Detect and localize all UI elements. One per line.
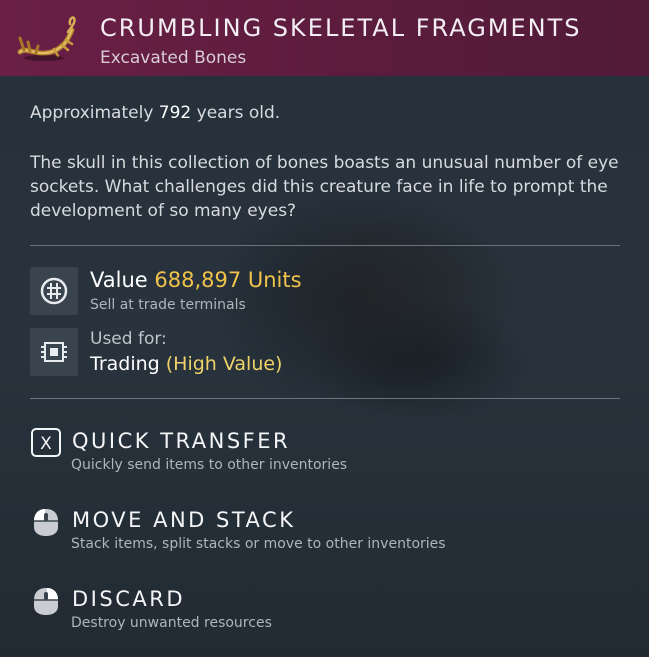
x-key-icon: X — [30, 428, 62, 458]
discard-action[interactable]: DISCARD Destroy unwanted resources — [30, 586, 590, 636]
age-prefix: Approximately — [30, 103, 154, 123]
mouse-left-click-icon — [30, 507, 62, 537]
move-and-stack-subtitle: Stack items, split stacks or move to oth… — [71, 536, 446, 552]
value-amount: 688,897 Units — [154, 268, 302, 292]
item-description: The skull in this collection of bones bo… — [30, 153, 619, 221]
mouse-right-click-icon — [30, 586, 62, 616]
used-for-category: Trading — [90, 353, 160, 375]
trade-chip-icon — [30, 328, 78, 376]
item-age: Approximately 792 years old. — [30, 103, 280, 123]
quick-transfer-action[interactable]: X QUICK TRANSFER Quickly send items to o… — [30, 428, 590, 478]
item-title: CRUMBLING SKELETAL FRAGMENTS — [100, 14, 582, 42]
divider-top — [30, 245, 620, 246]
used-for-label: Used for: — [90, 329, 167, 349]
age-suffix: years old. — [196, 103, 281, 123]
discard-title: DISCARD — [72, 587, 185, 611]
move-and-stack-title: MOVE AND STACK — [72, 508, 296, 532]
units-currency-icon — [30, 267, 78, 315]
value-word: Value — [90, 268, 148, 292]
used-for-value: Trading (High Value) — [90, 353, 282, 375]
bone-fragments-icon — [14, 8, 80, 68]
used-for-qualifier: (High Value) — [165, 353, 283, 375]
move-and-stack-action[interactable]: MOVE AND STACK Stack items, split stacks… — [30, 507, 590, 557]
divider-bottom — [30, 398, 620, 399]
quick-transfer-title: QUICK TRANSFER — [72, 429, 291, 453]
quick-transfer-subtitle: Quickly send items to other inventories — [71, 457, 348, 473]
age-years: 792 — [158, 103, 192, 123]
discard-subtitle: Destroy unwanted resources — [71, 615, 272, 631]
svg-text:X: X — [40, 434, 52, 454]
value-label: Value 688,897 Units — [90, 268, 302, 292]
item-subtitle: Excavated Bones — [100, 48, 247, 68]
value-subtext: Sell at trade terminals — [90, 297, 246, 313]
item-header: CRUMBLING SKELETAL FRAGMENTS Excavated B… — [0, 0, 649, 76]
